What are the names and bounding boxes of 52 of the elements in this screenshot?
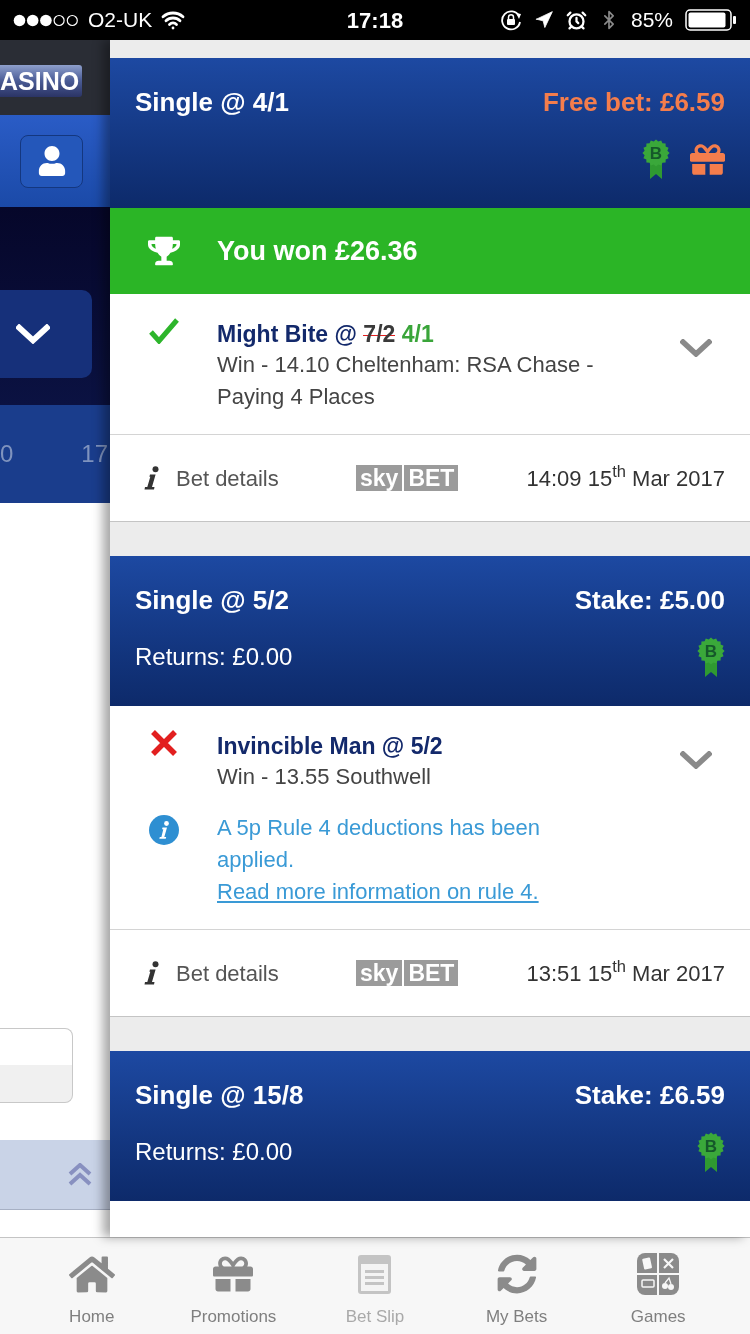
alarm-clock-icon <box>565 9 587 31</box>
signal-strength-icon <box>13 13 79 27</box>
info-icon <box>148 815 179 845</box>
tab-bar-item[interactable]: Games <box>587 1238 729 1334</box>
carrier-name: O2-UK <box>88 7 153 34</box>
returns-text: Returns: £0.00 <box>135 642 293 672</box>
logo-word: sky <box>356 465 403 491</box>
logo-word: BET <box>404 465 459 491</box>
stake-amount: Stake: £6.59 <box>574 1079 725 1111</box>
bet-details-link[interactable]: Bet details <box>176 956 279 990</box>
placed-timestamp: 14:09 15$^{th}$ Mar 2017 <box>526 461 725 493</box>
bet-details-link[interactable]: Bet details <box>176 461 279 495</box>
document-icon <box>358 1254 392 1294</box>
trophy-icon <box>147 235 180 267</box>
input-field[interactable] <box>0 1028 73 1103</box>
battery-percentage: 85% <box>630 7 673 34</box>
tick-icon <box>148 317 179 344</box>
orientation-lock-icon <box>499 9 522 31</box>
number-text: 0 <box>0 439 14 469</box>
stake-amount: Stake: £5.00 <box>574 584 725 616</box>
selection-description: Win - 14.10 Cheltenham: RSA Chase - Paying 4 Places <box>217 351 595 411</box>
placed-timestamp: 13:51 15$^{th}$ Mar 2017 <box>526 956 725 988</box>
user-icon <box>36 146 67 176</box>
returns-text: Returns: £0.00 <box>135 1137 293 1167</box>
info-icon[interactable] <box>143 466 160 490</box>
logo-word: sky <box>356 960 403 986</box>
selection-description: Win - 13.55 Southwell <box>217 763 432 791</box>
account-button[interactable] <box>20 134 83 188</box>
bet-title: Single @ 15/8 <box>135 1079 304 1111</box>
rule-4-link[interactable]: Read more information on rule 4. <box>217 879 539 904</box>
site-logo: ASINO <box>0 64 83 97</box>
rule-4-notice: A 5p Rule 4 deductions has been applied. Read more information on rule 4. <box>217 814 541 906</box>
logo-word: BET <box>404 960 459 986</box>
games-grid-icon <box>637 1253 680 1295</box>
info-icon[interactable] <box>143 961 160 985</box>
free-bet-amount: Free bet: £6.59 <box>542 86 725 118</box>
dropdown-button[interactable] <box>0 290 92 378</box>
location-arrow-icon <box>533 10 554 30</box>
gift-icon <box>690 141 725 177</box>
bet-title: Single @ 5/2 <box>135 584 289 616</box>
battery-icon <box>685 9 737 31</box>
winnings-text: You won £26.36 <box>217 234 418 268</box>
tab-bar-item[interactable]: My Bets <box>445 1238 588 1334</box>
clock-time: 17:18 <box>346 6 404 35</box>
tab-bar-item[interactable]: Promotions <box>162 1238 305 1334</box>
cross-icon <box>149 729 178 757</box>
tab-bar-item[interactable]: Home <box>21 1238 163 1334</box>
bet-title: Single @ 4/1 <box>135 86 289 118</box>
number-text: 17 <box>81 439 108 469</box>
gift-icon <box>213 1254 254 1294</box>
refresh-icon <box>496 1254 537 1294</box>
selection-title: Invincible Man @ 5/2 <box>217 732 444 761</box>
